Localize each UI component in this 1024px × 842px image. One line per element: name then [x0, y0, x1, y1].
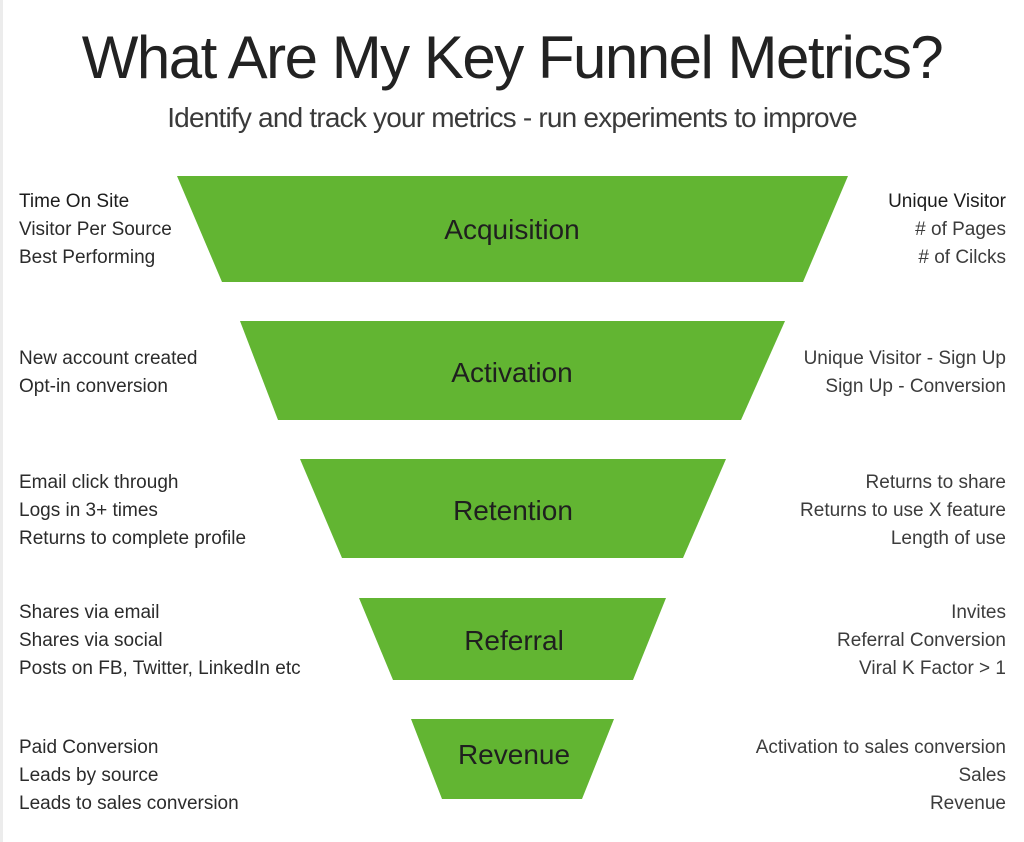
- metric-item: # of Cilcks: [918, 247, 1006, 268]
- funnel-stage-revenue: Revenue: [411, 719, 614, 799]
- stage-label-revenue: Revenue: [458, 739, 570, 770]
- metric-item: Sales: [958, 765, 1006, 786]
- funnel-stage-acquisition: Acquisition: [177, 176, 848, 282]
- activation-right-metrics: Unique Visitor - Sign Up Sign Up - Conve…: [804, 345, 1006, 401]
- activation-left-metrics: New account created Opt-in conversion: [19, 345, 198, 401]
- metric-item: Viral K Factor > 1: [859, 658, 1006, 679]
- stage-label-referral: Referral: [464, 625, 564, 656]
- funnel-stage-activation: Activation: [240, 321, 785, 420]
- metric-item: Posts on FB, Twitter, LinkedIn etc: [19, 658, 301, 679]
- metric-item: Sign Up - Conversion: [825, 376, 1006, 397]
- metric-item: Length of use: [890, 528, 1006, 549]
- stage-label-acquisition: Acquisition: [444, 214, 579, 245]
- metric-item: Leads to sales conversion: [19, 793, 239, 814]
- funnel-diagram: Acquisition Activation Retention Referra…: [177, 176, 848, 799]
- acquisition-right-metrics: Unique Visitor # of Pages # of Cilcks: [888, 188, 1006, 272]
- referral-right-metrics: Invites Referral Conversion Viral K Fact…: [837, 599, 1006, 683]
- stage-label-activation: Activation: [451, 357, 572, 388]
- metric-item: Visitor Per Source: [19, 219, 172, 240]
- stage-label-retention: Retention: [453, 495, 573, 526]
- metric-item: Referral Conversion: [837, 630, 1006, 651]
- metric-item: Returns to complete profile: [19, 528, 247, 549]
- metric-item: Best Performing: [19, 247, 156, 268]
- metric-item: New account created: [19, 348, 198, 369]
- metric-item: # of Pages: [915, 219, 1006, 240]
- acquisition-left-metrics: Time On Site Visitor Per Source Best Per…: [19, 188, 172, 272]
- metric-item: Revenue: [929, 793, 1006, 814]
- metric-item: Unique Visitor: [888, 191, 1006, 212]
- metric-item: Email click through: [19, 472, 179, 493]
- referral-left-metrics: Shares via email Shares via social Posts…: [19, 599, 301, 683]
- metric-item: Shares via social: [19, 630, 163, 651]
- retention-right-metrics: Returns to share Returns to use X featur…: [800, 469, 1006, 553]
- metric-item: Shares via email: [19, 602, 160, 623]
- revenue-right-metrics: Activation to sales conversion Sales Rev…: [756, 734, 1006, 818]
- metric-item: Returns to use X feature: [800, 500, 1006, 521]
- metric-item: Opt-in conversion: [19, 376, 168, 397]
- metric-item: Time On Site: [19, 191, 130, 212]
- funnel-stage-retention: Retention: [300, 459, 726, 558]
- metric-item: Leads by source: [19, 765, 159, 786]
- funnel-stage-referral: Referral: [359, 598, 666, 680]
- metric-item: Invites: [951, 602, 1006, 623]
- metric-item: Paid Conversion: [19, 737, 159, 758]
- metric-item: Returns to share: [865, 472, 1006, 493]
- metric-item: Unique Visitor - Sign Up: [803, 348, 1006, 369]
- revenue-left-metrics: Paid Conversion Leads by source Leads to…: [19, 734, 239, 818]
- retention-left-metrics: Email click through Logs in 3+ times Ret…: [19, 469, 246, 553]
- metric-item: Logs in 3+ times: [19, 500, 158, 521]
- metric-item: Activation to sales conversion: [755, 737, 1006, 758]
